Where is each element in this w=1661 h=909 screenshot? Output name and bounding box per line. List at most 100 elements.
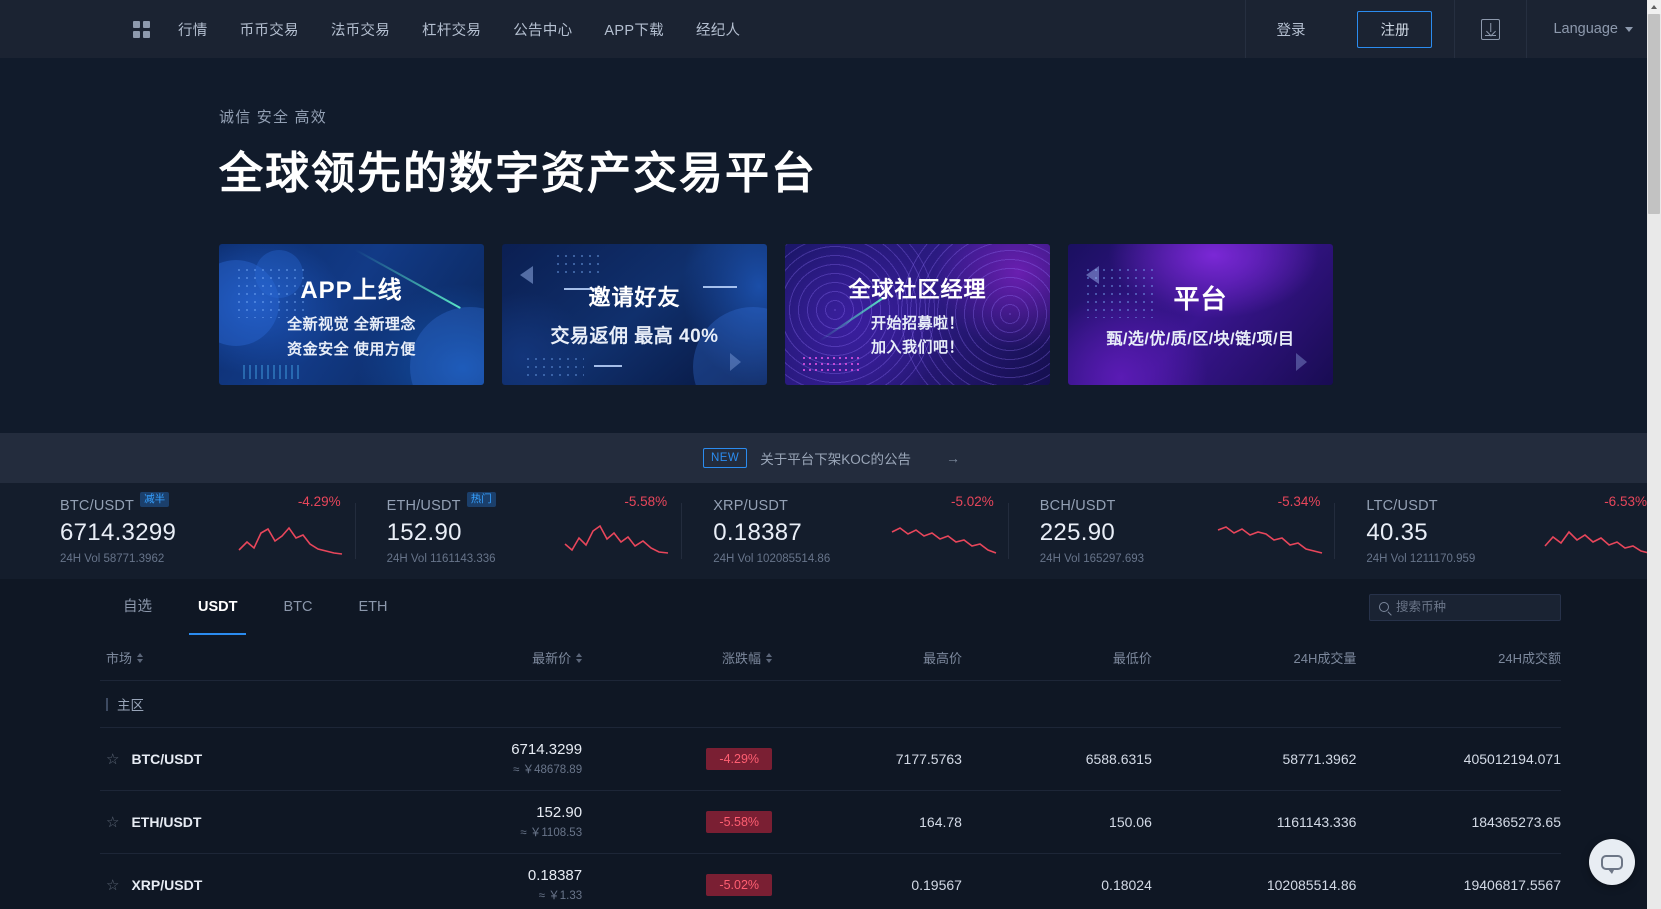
row-price-cell: 6714.3299 ≈ ￥48678.89 xyxy=(392,728,582,791)
chat-icon[interactable] xyxy=(1589,839,1635,885)
row-volume: 58771.3962 xyxy=(1152,728,1357,791)
row-price-cell: 0.18387 ≈ ￥1.33 xyxy=(392,854,582,909)
ticker-volume: 24H Vol 1161143.336 xyxy=(387,553,552,565)
promo-banner-community-line2: 加入我们吧！ xyxy=(848,336,986,357)
sparkline-chart xyxy=(1543,520,1655,558)
favorite-star-icon[interactable]: ☆ xyxy=(106,752,119,767)
nav-item-app-download[interactable]: APP下载 xyxy=(604,19,664,40)
ticker-volume: 24H Vol 165297.693 xyxy=(1040,553,1205,565)
row-pair-cell: ☆ XRP/USDT xyxy=(100,854,392,909)
favorite-star-icon[interactable]: ☆ xyxy=(106,878,119,893)
favorite-star-icon[interactable]: ☆ xyxy=(106,815,119,830)
scrollbar[interactable] xyxy=(1647,0,1661,909)
market-toolbar: 自选 USDT BTC ETH xyxy=(100,579,1561,635)
ticker-card-xrp[interactable]: XRP/USDT 0.18387 24H Vol 102085514.86 -5… xyxy=(681,483,1008,579)
register-button[interactable]: 注册 xyxy=(1357,11,1432,48)
market-table-head: 市场 最新价 涨跌幅 最高价 最低 xyxy=(100,635,1561,681)
row-change-cell: -4.29% xyxy=(582,728,772,791)
col-low: 最低价 xyxy=(962,635,1152,681)
ticker-volume: 24H Vol 1211170.959 xyxy=(1366,553,1531,565)
page-title: 全球领先的数字资产交易平台 xyxy=(219,149,1661,200)
top-header: 行情 币币交易 法币交易 杠杆交易 公告中心 APP下载 经纪人 登录 注册 L… xyxy=(0,0,1661,58)
tab-favorites[interactable]: 自选 xyxy=(100,579,175,635)
ticker-pair: BTC/USDT xyxy=(60,498,134,514)
col-change[interactable]: 涨跌幅 xyxy=(582,635,772,681)
nav-item-coin-trade[interactable]: 币币交易 xyxy=(240,19,299,40)
sort-icon[interactable] xyxy=(766,653,772,663)
ticker-card-eth[interactable]: ETH/USDT 热门 152.90 24H Vol 1161143.336 -… xyxy=(355,483,682,579)
ticker-card-ltc[interactable]: LTC/USDT 40.35 24H Vol 1211170.959 -6.53… xyxy=(1334,483,1661,579)
row-low: 0.18024 xyxy=(962,854,1152,909)
ticker-volume: 24H Vol 102085514.86 xyxy=(713,553,878,565)
row-price-cny: ≈ ￥48678.89 xyxy=(392,761,582,777)
row-price-cny: ≈ ￥1108.53 xyxy=(392,824,582,840)
promo-banner-list: APP上线 全新视觉 全新理念 资金安全 使用方便 邀请好友 交易返佣 最高 4… xyxy=(0,244,1661,385)
sort-icon[interactable] xyxy=(137,653,143,663)
nav-item-leverage-trade[interactable]: 杠杆交易 xyxy=(422,19,481,40)
ticker-pair: LTC/USDT xyxy=(1366,498,1437,514)
col-market[interactable]: 市场 xyxy=(100,635,392,681)
announcement-link[interactable]: 关于平台下架KOC的公告 xyxy=(760,448,911,468)
ticker-price: 6714.3299 xyxy=(60,519,225,547)
ticker-volume: 24H Vol 58771.3962 xyxy=(60,553,225,565)
nav-item-markets[interactable]: 行情 xyxy=(178,19,208,40)
language-selector[interactable]: Language xyxy=(1527,21,1661,37)
search-icon xyxy=(1379,602,1389,612)
nav-item-broker[interactable]: 经纪人 xyxy=(696,19,740,40)
promo-banner-platform-title: 平台 xyxy=(1106,279,1294,316)
col-volume: 24H成交量 xyxy=(1152,635,1357,681)
login-button[interactable]: 登录 xyxy=(1246,19,1335,40)
ticker-card-bch[interactable]: BCH/USDT 225.90 24H Vol 165297.693 -5.34… xyxy=(1008,483,1335,579)
scroll-up-arrow-icon[interactable] xyxy=(1647,0,1661,14)
page-root: 行情 币币交易 法币交易 杠杆交易 公告中心 APP下载 经纪人 登录 注册 L… xyxy=(0,0,1661,909)
scrollbar-thumb[interactable] xyxy=(1648,14,1660,214)
ticker-price: 152.90 xyxy=(387,519,552,547)
tab-eth[interactable]: ETH xyxy=(335,579,410,635)
ticker-price: 0.18387 xyxy=(713,519,878,547)
download-icon[interactable] xyxy=(1481,19,1500,40)
row-price: 152.90 xyxy=(392,804,582,821)
promo-banner-app[interactable]: APP上线 全新视觉 全新理念 资金安全 使用方便 xyxy=(219,244,484,385)
tab-usdt[interactable]: USDT xyxy=(175,579,260,635)
row-price-cell: 152.90 ≈ ￥1108.53 xyxy=(392,791,582,854)
row-high: 0.19567 xyxy=(772,854,962,909)
ticker-change: -6.53% xyxy=(1604,494,1647,509)
grid-icon[interactable] xyxy=(133,21,150,38)
sort-icon[interactable] xyxy=(576,653,582,663)
table-row[interactable]: ☆ BTC/USDT 6714.3299 ≈ ￥48678.89 -4.29% … xyxy=(100,728,1561,791)
row-high: 164.78 xyxy=(772,791,962,854)
tab-btc[interactable]: BTC xyxy=(260,579,335,635)
promo-banner-app-line1: 全新视觉 全新理念 xyxy=(287,313,416,334)
register-button-wrap: 注册 xyxy=(1335,11,1454,48)
chevron-down-icon xyxy=(1625,27,1633,32)
promo-banner-app-line2: 资金安全 使用方便 xyxy=(287,338,416,359)
status-badge: NEW xyxy=(703,448,747,468)
ticker-card-btc[interactable]: BTC/USDT 减半 6714.3299 24H Vol 58771.3962… xyxy=(0,483,355,579)
promo-banner-referral[interactable]: 邀请好友 交易返佣 最高 40% xyxy=(502,244,767,385)
table-row[interactable]: ☆ ETH/USDT 152.90 ≈ ￥1108.53 -5.58% 164.… xyxy=(100,791,1561,854)
search-box[interactable] xyxy=(1369,594,1561,621)
ticker-badge: 热门 xyxy=(467,492,496,508)
row-pair-name: BTC/USDT xyxy=(131,751,202,767)
ticker-price: 40.35 xyxy=(1366,519,1531,547)
ticker-change: -5.02% xyxy=(951,494,994,509)
promo-banner-referral-line1: 交易返佣 最高 40% xyxy=(550,321,718,348)
table-header-row: 市场 最新价 涨跌幅 最高价 最低 xyxy=(100,635,1561,681)
nav-item-announcements[interactable]: 公告中心 xyxy=(513,19,572,40)
col-last-price[interactable]: 最新价 xyxy=(392,635,582,681)
header-right: 登录 注册 Language xyxy=(1245,0,1661,58)
promo-banner-community[interactable]: 全球社区经理 开始招募啦！ 加入我们吧！ xyxy=(785,244,1050,385)
row-change-cell: -5.02% xyxy=(582,854,772,909)
table-row[interactable]: ☆ XRP/USDT 0.18387 ≈ ￥1.33 -5.02% 0.1956… xyxy=(100,854,1561,909)
header-left: 行情 币币交易 法币交易 杠杆交易 公告中心 APP下载 经纪人 xyxy=(0,19,1245,40)
search-input[interactable] xyxy=(1396,600,1551,614)
row-change-badge: -5.02% xyxy=(706,874,772,896)
row-price-cny: ≈ ￥1.33 xyxy=(392,887,582,903)
promo-banner-platform[interactable]: 平台 甄/选/优/质/区/块/链/项/目 xyxy=(1068,244,1333,385)
col-high: 最高价 xyxy=(772,635,962,681)
ticker-pair: ETH/USDT xyxy=(387,498,461,514)
promo-banner-referral-title: 邀请好友 xyxy=(550,280,718,312)
sparkline-chart xyxy=(237,520,349,558)
nav-item-fiat-trade[interactable]: 法币交易 xyxy=(331,19,390,40)
arrow-right-icon[interactable]: → xyxy=(946,450,958,466)
